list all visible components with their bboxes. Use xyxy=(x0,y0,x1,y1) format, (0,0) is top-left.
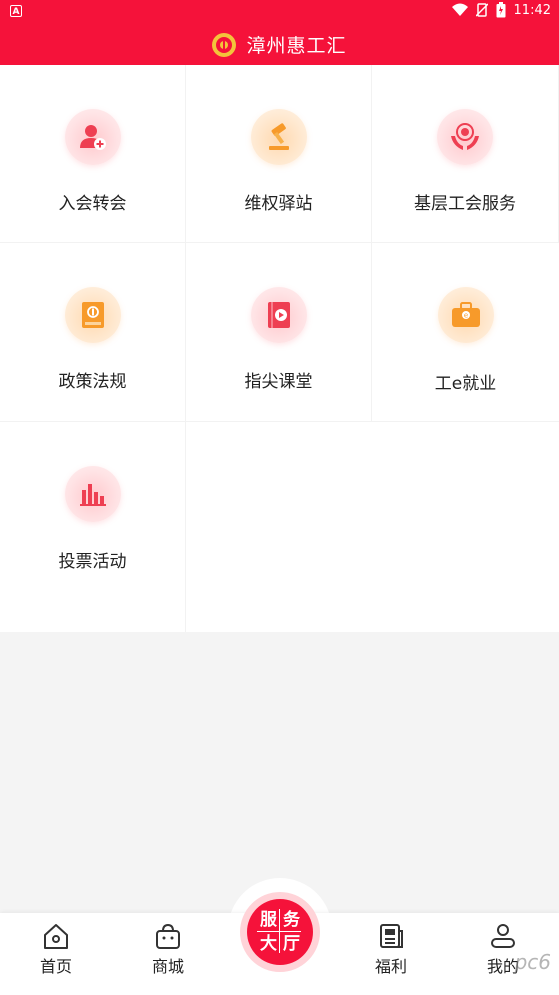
service-hall-char: 厅 xyxy=(283,934,300,954)
nav-home-label: 首页 xyxy=(39,957,72,976)
nav-home[interactable]: 首页 xyxy=(21,922,91,982)
service-label: 维权驿站 xyxy=(244,194,313,214)
service-item-fingertip-class[interactable]: 指尖课堂 xyxy=(186,243,372,422)
service-label: 政策法规 xyxy=(58,372,127,392)
service-hall-char: 服 xyxy=(260,910,277,930)
service-hall-char: 务 xyxy=(283,910,300,930)
service-hall-char: 大 xyxy=(260,934,277,954)
wifi-icon xyxy=(451,3,468,16)
nav-welfare[interactable]: 福利 xyxy=(356,922,426,982)
service-label: 基层工会服务 xyxy=(414,194,516,214)
briefcase-icon: e xyxy=(437,287,494,343)
user-icon xyxy=(491,924,515,948)
svg-text:e: e xyxy=(463,312,467,320)
service-item-employment[interactable]: e 工e就业 xyxy=(372,243,559,422)
service-hall-button[interactable]: 服 务 大 厅 xyxy=(240,892,320,972)
user-add-icon xyxy=(64,109,121,165)
status-bar: A 11:42 xyxy=(0,0,559,24)
status-time: 11:42 xyxy=(513,2,551,18)
status-icons: 11:42 xyxy=(451,2,551,18)
no-signal-icon xyxy=(475,3,488,17)
service-item-policy[interactable]: 政策法规 xyxy=(0,243,186,422)
service-item-membership-transfer[interactable]: 入会转会 xyxy=(0,65,186,243)
android-notification-icon: A xyxy=(10,5,22,17)
service-label: 指尖课堂 xyxy=(244,372,313,392)
service-hall-badge: 服 务 大 厅 xyxy=(247,899,313,965)
service-item-voting[interactable]: 投票活动 xyxy=(0,422,186,632)
home-icon xyxy=(44,924,68,949)
bar-chart-icon xyxy=(64,466,121,522)
title-bar: 漳州惠工汇 xyxy=(0,24,559,65)
video-book-icon xyxy=(250,287,307,343)
page-title: 漳州惠工汇 xyxy=(246,35,347,57)
service-label: 投票活动 xyxy=(58,552,127,572)
service-label: 工e就业 xyxy=(434,374,497,394)
newspaper-icon xyxy=(380,924,403,948)
gavel-icon xyxy=(250,109,307,165)
hands-emblem-icon xyxy=(437,109,493,165)
service-grid: 入会转会 维权驿站 基层工会服务 政策法规 指尖课堂 e 工e就业 投票活动 xyxy=(0,65,559,632)
battery-icon xyxy=(496,2,506,18)
nav-welfare-label: 福利 xyxy=(374,957,407,976)
nav-mall-label: 商城 xyxy=(151,957,184,976)
service-label: 入会转会 xyxy=(58,194,127,214)
service-item-grassroots-union[interactable]: 基层工会服务 xyxy=(372,65,559,243)
watermark: pc6 xyxy=(514,950,551,974)
shopping-bag-icon xyxy=(156,923,180,949)
policy-book-icon xyxy=(64,287,121,343)
nav-mall[interactable]: 商城 xyxy=(133,922,203,982)
service-item-rights-station[interactable]: 维权驿站 xyxy=(186,65,372,243)
union-logo-icon xyxy=(212,32,237,57)
